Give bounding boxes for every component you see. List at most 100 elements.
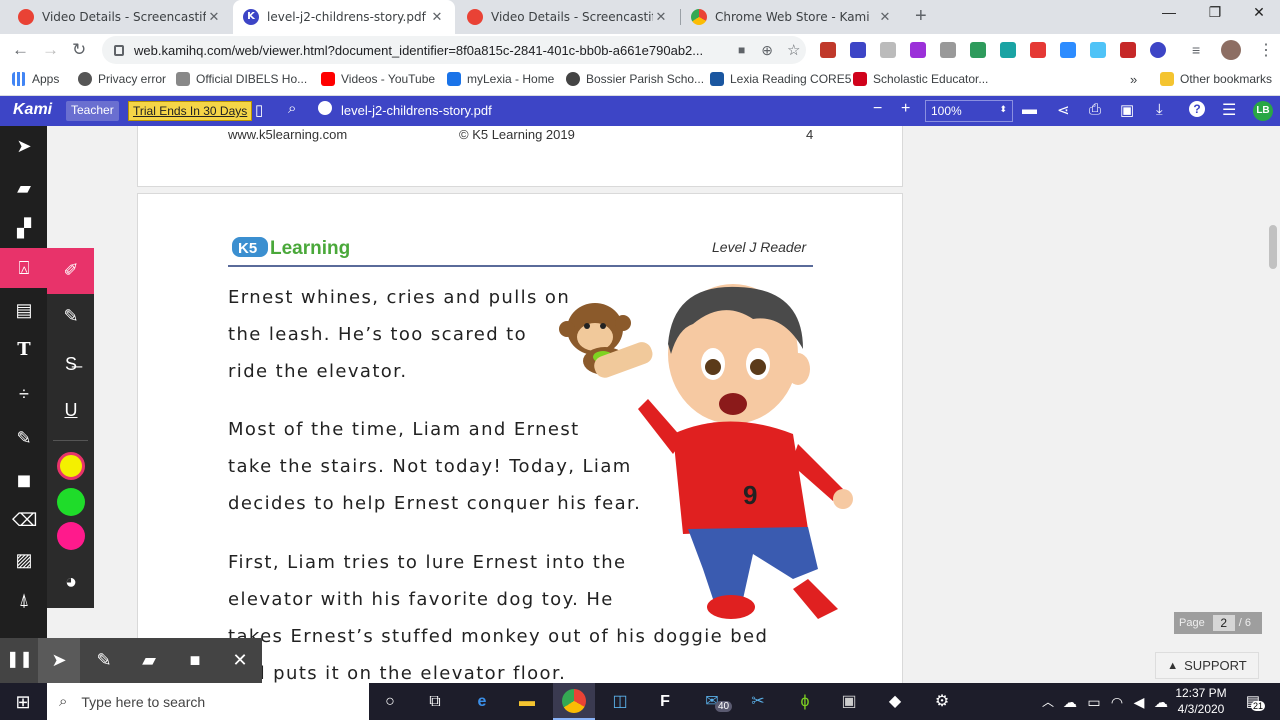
- bookmarks-overflow[interactable]: »: [1130, 72, 1137, 87]
- close-icon[interactable]: ✕: [653, 10, 669, 25]
- sidebar-toggle-icon[interactable]: ▯: [255, 101, 263, 119]
- minimize-button[interactable]: —: [1146, 4, 1192, 20]
- app-window-icon[interactable]: ▣: [837, 690, 861, 714]
- close-icon[interactable]: ✕: [206, 10, 222, 25]
- new-tab-button[interactable]: +: [915, 5, 927, 28]
- save-icon[interactable]: ▣: [1120, 101, 1134, 119]
- reload-button[interactable]: ↻: [72, 40, 86, 60]
- color-swatch-green[interactable]: [57, 488, 85, 516]
- vertical-scrollbar[interactable]: [1267, 126, 1280, 683]
- app-diamond-icon[interactable]: ◆: [883, 690, 907, 714]
- text-edit-icon[interactable]: ✎: [59, 304, 83, 328]
- print-icon[interactable]: ⎙: [1089, 101, 1101, 118]
- drawing-icon[interactable]: ✎: [12, 426, 36, 450]
- shapes-icon[interactable]: ◼: [12, 468, 36, 492]
- extension-icon-5[interactable]: [940, 42, 956, 58]
- extension-icon-4[interactable]: [910, 42, 926, 58]
- tab-chrome-web-store[interactable]: Chrome Web Store - Kami ✕: [681, 0, 903, 34]
- strikethrough-icon[interactable]: S̶: [59, 352, 83, 376]
- equation-icon[interactable]: ÷: [12, 382, 36, 406]
- extension-icon-6[interactable]: [970, 42, 986, 58]
- battery-icon[interactable]: ▭: [1082, 690, 1106, 714]
- profile-avatar[interactable]: [1221, 40, 1241, 60]
- cursor-tool-active[interactable]: ➤: [38, 638, 80, 683]
- underline-icon[interactable]: U: [59, 398, 83, 422]
- help-icon[interactable]: ?: [1189, 101, 1205, 117]
- color-swatch-pink[interactable]: [57, 522, 85, 550]
- camera-icon[interactable]: ■: [183, 648, 207, 672]
- bookmark-privacy-error[interactable]: Privacy error: [78, 72, 166, 86]
- menu-icon[interactable]: ⋮: [1258, 40, 1274, 60]
- eraser-icon[interactable]: ⌫: [12, 508, 37, 532]
- address-bar[interactable]: web.kamihq.com/web/viewer.html?document_…: [102, 36, 806, 64]
- page-number-input[interactable]: 2: [1212, 615, 1235, 631]
- reading-list-icon[interactable]: ≡: [1192, 42, 1200, 58]
- store-icon[interactable]: ◫: [608, 690, 632, 714]
- text-tool-icon[interactable]: T: [12, 338, 36, 362]
- add-icon[interactable]: ⊕: [761, 42, 773, 59]
- onedrive-icon[interactable]: ☁: [1058, 690, 1082, 714]
- share-icon[interactable]: ⋖: [1057, 101, 1070, 119]
- edge-icon[interactable]: e: [470, 690, 494, 714]
- extension-icon-3[interactable]: [880, 42, 896, 58]
- wifi-icon[interactable]: ◠: [1105, 690, 1129, 714]
- bookmark-youtube[interactable]: Videos - YouTube: [321, 72, 435, 86]
- window-close-button[interactable]: ✕: [1236, 4, 1280, 21]
- bookmark-star-icon[interactable]: ☆: [787, 41, 800, 59]
- comment-icon[interactable]: ▤: [12, 298, 36, 322]
- task-view-icon[interactable]: ⧉: [423, 690, 447, 714]
- extension-icon-9[interactable]: [1060, 42, 1076, 58]
- settings-gear-icon[interactable]: ⚙: [930, 690, 954, 714]
- markup-tool-active[interactable]: ⍓: [0, 248, 47, 288]
- pause-icon[interactable]: ❚❚: [6, 648, 33, 672]
- app-f-icon[interactable]: F: [653, 690, 677, 714]
- search-icon[interactable]: ⌕: [288, 100, 296, 117]
- zoom-in-button[interactable]: +: [901, 100, 910, 118]
- highlighter-pen-icon[interactable]: ▰: [137, 648, 161, 672]
- snip-icon[interactable]: ✂: [746, 690, 770, 714]
- trial-button[interactable]: Trial Ends In 30 Days: [128, 101, 253, 121]
- open-folder-icon[interactable]: ▬: [1022, 101, 1037, 118]
- chevron-up-icon[interactable]: ︿: [1036, 690, 1060, 714]
- forward-button[interactable]: →: [42, 40, 59, 60]
- extension-icon-10[interactable]: [1090, 42, 1106, 58]
- menu-icon[interactable]: ☰: [1222, 100, 1236, 120]
- file-explorer-icon[interactable]: ▬: [515, 690, 539, 714]
- zoom-out-button[interactable]: −: [873, 100, 882, 118]
- tab-screencastify-1[interactable]: Video Details - Screencastify ✕: [8, 0, 232, 34]
- scrollbar-thumb[interactable]: [1269, 225, 1277, 269]
- system-clock[interactable]: 12:37 PM 4/3/2020: [1170, 685, 1232, 717]
- close-icon[interactable]: ✕: [429, 10, 445, 25]
- signature-icon[interactable]: ⍋: [12, 588, 36, 612]
- download-icon[interactable]: ⤓: [1156, 101, 1163, 118]
- tab-screencastify-2[interactable]: Video Details - Screencastify ✕: [457, 0, 679, 34]
- bookmark-lexia-core5[interactable]: Lexia Reading CORE5: [710, 72, 851, 86]
- add-image-icon[interactable]: ▨: [12, 548, 36, 572]
- bookmark-dibels[interactable]: Official DIBELS Ho...: [176, 72, 307, 86]
- color-swatch-yellow[interactable]: [57, 452, 85, 480]
- app-green-icon[interactable]: ϕ: [793, 690, 817, 714]
- tab-kami-pdf[interactable]: K level-j2-childrens-story.pdf ✕: [233, 0, 455, 34]
- extension-icon-8[interactable]: [1030, 42, 1046, 58]
- text-select-icon[interactable]: ▰: [12, 176, 36, 200]
- support-button[interactable]: ▲ SUPPORT: [1155, 652, 1259, 679]
- chrome-taskbar-active[interactable]: [553, 683, 595, 720]
- taskbar-search[interactable]: ⌕ Type here to search: [47, 683, 369, 720]
- maximize-button[interactable]: ❐: [1192, 4, 1238, 21]
- extension-icon-1[interactable]: [820, 42, 836, 58]
- close-icon[interactable]: ✕: [877, 10, 893, 25]
- extension-icon-7[interactable]: [1000, 42, 1016, 58]
- windows-start-icon[interactable]: ⊞: [11, 690, 35, 714]
- back-button[interactable]: ←: [12, 40, 29, 60]
- highlight-option-active[interactable]: ✐: [47, 248, 94, 294]
- extension-icon-11[interactable]: [1120, 42, 1136, 58]
- color-palette-icon[interactable]: ◕: [59, 570, 83, 594]
- user-avatar[interactable]: LB: [1253, 101, 1273, 121]
- cortana-icon[interactable]: ○: [378, 690, 402, 714]
- zoom-select[interactable]: 100% ⬍: [925, 100, 1013, 122]
- volume-icon[interactable]: ◀: [1127, 690, 1151, 714]
- kami-extension-icon[interactable]: [1150, 42, 1166, 58]
- bookmark-scholastic[interactable]: Scholastic Educator...: [853, 72, 988, 86]
- bookmark-mylexia[interactable]: myLexia - Home: [447, 72, 554, 86]
- bookmark-apps[interactable]: Apps: [12, 72, 59, 86]
